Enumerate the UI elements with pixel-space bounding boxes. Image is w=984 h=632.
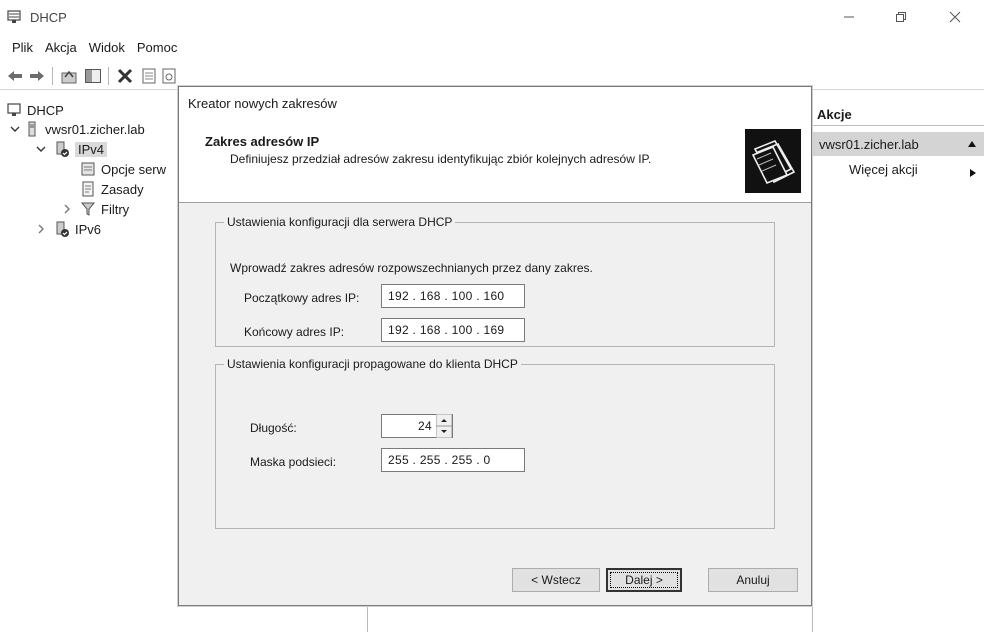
focus-rect — [610, 572, 678, 588]
wizard-page-description: Definiujesz przedział adresów zakresu id… — [230, 152, 652, 166]
show-hide-tree-icon[interactable] — [84, 67, 102, 85]
menu-akcja[interactable]: Akcja — [39, 40, 83, 55]
forward-icon[interactable] — [28, 67, 46, 85]
tree-node-policies[interactable]: Zasady — [80, 179, 144, 199]
menu-pomoc[interactable]: Pomoc — [131, 40, 183, 55]
chevron-down-icon[interactable] — [36, 144, 46, 154]
tree-label: DHCP — [27, 102, 64, 118]
properties-icon[interactable] — [140, 67, 158, 85]
group-legend: Ustawienia konfiguracji propagowane do k… — [227, 357, 518, 371]
tree-label: vwsr01.zicher.lab — [45, 121, 145, 137]
prefix-length-label: Długość: — [250, 421, 297, 435]
toolbar-separator — [108, 67, 109, 85]
ipv4-icon — [56, 141, 69, 157]
minimize-button[interactable] — [826, 0, 872, 34]
end-ip-input[interactable]: 192 . 168 . 100 . 169 — [381, 318, 525, 342]
wizard-folders-icon — [745, 129, 801, 193]
ipv6-icon — [56, 221, 69, 237]
group-legend: Ustawienia konfiguracji dla serwera DHCP — [227, 215, 453, 229]
wizard-header: Zakres adresów IP Definiujesz przedział … — [179, 119, 811, 203]
server-options-icon — [81, 162, 95, 176]
prefix-length-stepper[interactable]: 24 — [381, 414, 453, 438]
client-settings-group: Ustawienia konfiguracji propagowane do k… — [215, 357, 775, 529]
title-bar: DHCP — [0, 0, 984, 34]
spin-arrows-icon[interactable] — [436, 414, 452, 438]
server-icon — [28, 121, 36, 137]
close-button[interactable] — [932, 0, 978, 34]
tree-label: Filtry — [101, 201, 130, 217]
range-hint: Wprowadź zakres adresów rozpowszechniany… — [230, 261, 593, 275]
tree-label: Zasady — [101, 181, 144, 197]
back-icon[interactable] — [6, 67, 24, 85]
start-ip-input[interactable]: 192 . 168 . 100 . 160 — [381, 284, 525, 308]
subnet-mask-label: Maska podsieci: — [250, 455, 337, 469]
tree-label: IPv4 — [75, 141, 108, 157]
back-button[interactable]: < Wstecz — [512, 568, 600, 592]
server-settings-group: Ustawienia konfiguracji dla serwera DHCP… — [215, 215, 775, 347]
chevron-right-icon[interactable] — [62, 204, 72, 214]
restore-icon — [896, 12, 906, 22]
chevron-down-icon[interactable] — [10, 124, 20, 134]
close-icon — [949, 11, 961, 23]
actions-section-label: vwsr01.zicher.lab — [819, 136, 919, 152]
up-icon[interactable] — [60, 67, 78, 85]
dialog-title: Kreator nowych zakresów — [179, 87, 811, 119]
next-button[interactable]: Dalej > — [606, 568, 682, 592]
cancel-button[interactable]: Anuluj — [708, 568, 798, 592]
tree-node-ipv6[interactable]: IPv6 — [54, 219, 101, 239]
toolbar-separator — [52, 67, 53, 85]
dhcp-app-icon — [7, 10, 21, 23]
actions-section-server[interactable]: vwsr01.zicher.lab — [813, 132, 984, 156]
actions-pane: Akcje vwsr01.zicher.lab Więcej akcji — [812, 92, 984, 632]
policies-icon — [82, 181, 94, 197]
tree-label: IPv6 — [75, 221, 102, 237]
start-ip-label: Początkowy adres IP: — [244, 291, 360, 305]
delete-icon[interactable] — [116, 67, 134, 85]
collapse-up-icon — [968, 141, 976, 147]
more-actions-link[interactable]: Więcej akcji — [849, 162, 918, 177]
subnet-mask-input[interactable]: 255 . 255 . 255 . 0 — [381, 448, 525, 472]
menu-bar: Plik Akcja Widok Pomoc — [0, 34, 984, 60]
wizard-page-title: Zakres adresów IP — [205, 134, 320, 149]
new-scope-wizard-dialog: Kreator nowych zakresów Zakres adresów I… — [178, 86, 812, 606]
tree-node-filters[interactable]: Filtry — [80, 199, 129, 219]
prefix-length-value: 24 — [418, 419, 432, 433]
chevron-right-icon — [970, 169, 976, 177]
chevron-right-icon[interactable] — [36, 224, 46, 234]
menu-plik[interactable]: Plik — [6, 40, 39, 55]
minimize-icon — [844, 16, 854, 18]
refresh-icon[interactable] — [160, 67, 178, 85]
tree-node-dhcp[interactable]: DHCP — [6, 100, 64, 120]
menu-widok[interactable]: Widok — [83, 40, 131, 55]
tree-node-options[interactable]: Opcje serw — [80, 159, 166, 179]
tree-label: Opcje serw — [101, 161, 167, 177]
tree-node-ipv4[interactable]: IPv4 — [54, 139, 108, 159]
filter-icon — [80, 202, 96, 216]
window-title: DHCP — [30, 10, 67, 25]
restore-button[interactable] — [878, 0, 924, 34]
end-ip-label: Końcowy adres IP: — [244, 325, 345, 339]
actions-header: Akcje — [813, 104, 984, 126]
dhcp-icon — [7, 103, 21, 116]
tree-node-server[interactable]: vwsr01.zicher.lab — [24, 119, 145, 139]
